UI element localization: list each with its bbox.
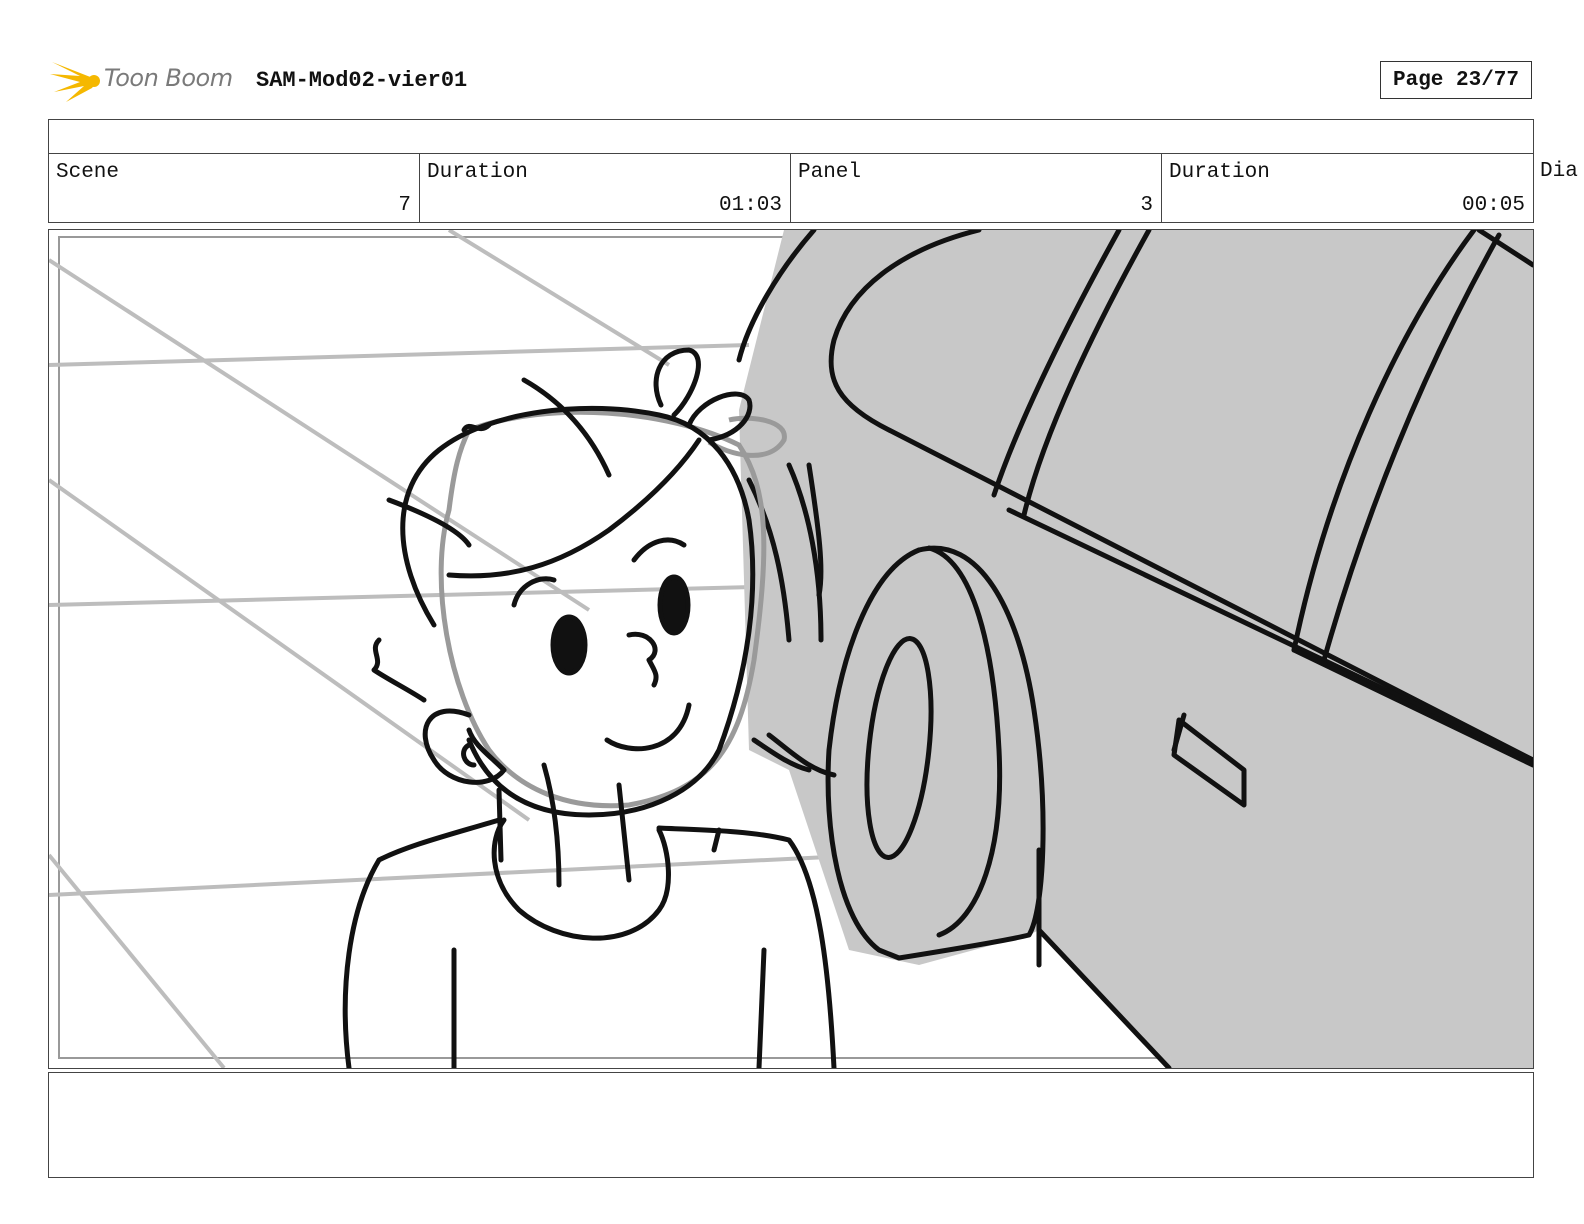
panel-duration-cell: Duration 00:05: [1162, 154, 1533, 222]
scene-duration-value: 01:03: [718, 194, 782, 217]
panel-label: Panel: [798, 161, 862, 184]
panel-notes-box: [48, 1072, 1534, 1178]
scene-duration-cell: Duration 01:03: [420, 154, 791, 222]
dialog-label-truncated: Dia: [1540, 160, 1578, 183]
storyboard-panel-frame: [48, 229, 1534, 1069]
scene-label: Scene: [56, 161, 120, 184]
logo-wordmark: Toon Boom: [104, 64, 233, 92]
panel-value: 3: [1140, 194, 1153, 217]
panel-duration-value: 00:05: [1461, 194, 1525, 217]
scene-duration-label: Duration: [427, 161, 528, 184]
project-title: SAM-Mod02-vier01: [256, 68, 468, 93]
scene-cell: Scene 7: [49, 154, 420, 222]
page-indicator: Page 23/77: [1380, 61, 1532, 99]
scene-value: 7: [398, 194, 411, 217]
header-bar: [48, 119, 1534, 154]
storyboard-sketch: [49, 230, 1533, 1068]
panel-cell: Panel 3: [791, 154, 1162, 222]
panel-duration-label: Duration: [1169, 161, 1270, 184]
panel-info-row: Scene 7 Duration 01:03 Panel 3 Duration …: [48, 153, 1534, 223]
